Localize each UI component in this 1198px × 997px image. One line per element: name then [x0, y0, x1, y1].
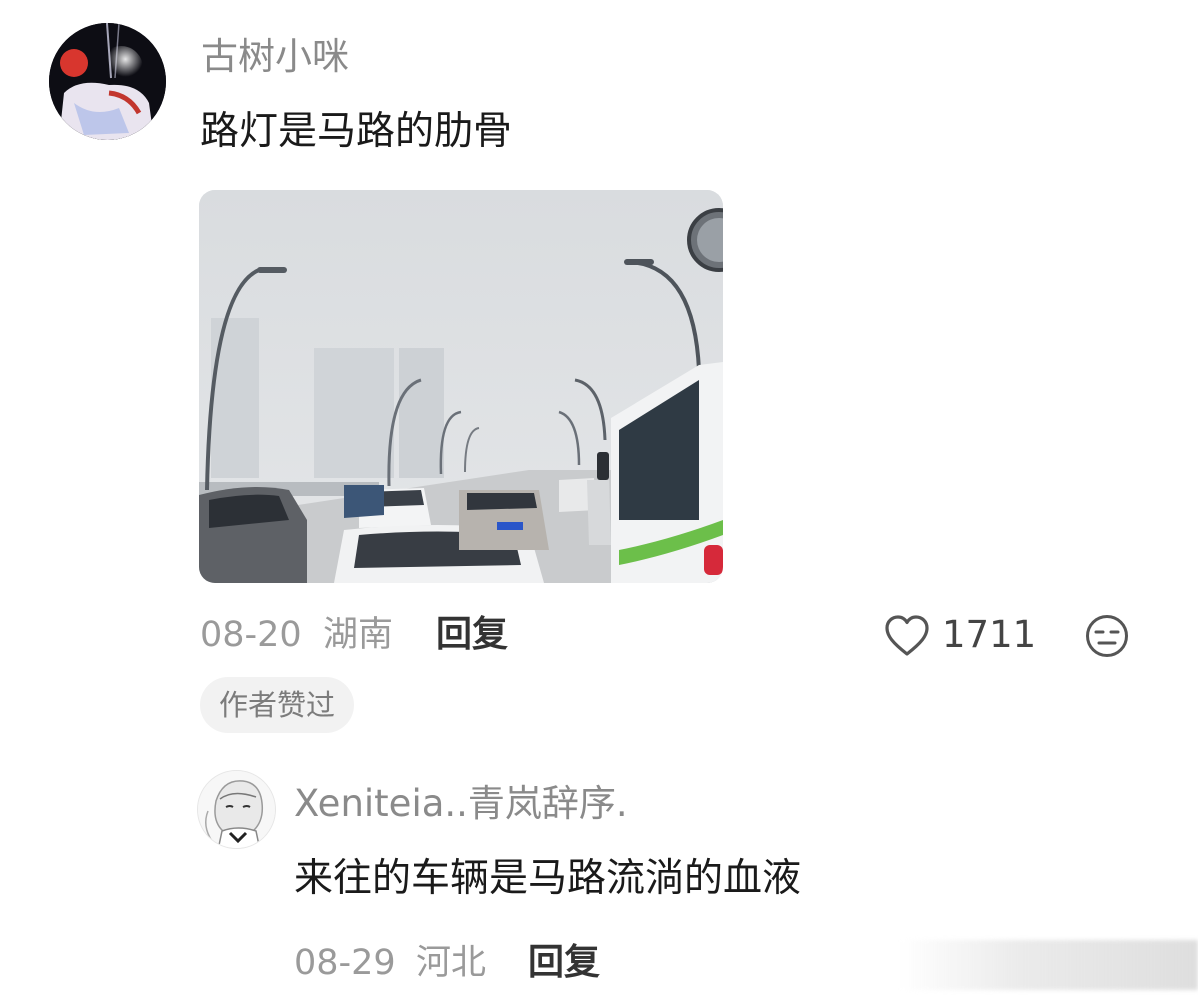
avatar[interactable] — [197, 770, 276, 849]
neutral-face-icon[interactable] — [1085, 614, 1129, 658]
reply-text: 来往的车辆是马路流淌的血液 — [294, 856, 802, 901]
username[interactable]: Xeniteia..青岚辞序. — [294, 782, 628, 826]
reply-date: 08-29 — [294, 943, 396, 983]
comment-text: 路灯是马路的肋骨 — [200, 109, 513, 154]
comment-location: 湖南 — [323, 615, 394, 655]
cut-off-action-bar — [900, 940, 1198, 990]
author-liked-badge: 作者赞过 — [200, 677, 355, 733]
avatar[interactable] — [49, 23, 166, 140]
heart-outline-icon[interactable] — [884, 614, 930, 658]
reply-button[interactable]: 回复 — [528, 941, 600, 985]
reply-location: 河北 — [416, 943, 487, 983]
comment-date: 08-20 — [200, 615, 302, 655]
username[interactable]: 古树小咪 — [201, 35, 349, 79]
comment-image[interactable] — [199, 190, 723, 583]
like-count: 1711 — [942, 613, 1037, 656]
reply-button[interactable]: 回复 — [436, 613, 508, 657]
